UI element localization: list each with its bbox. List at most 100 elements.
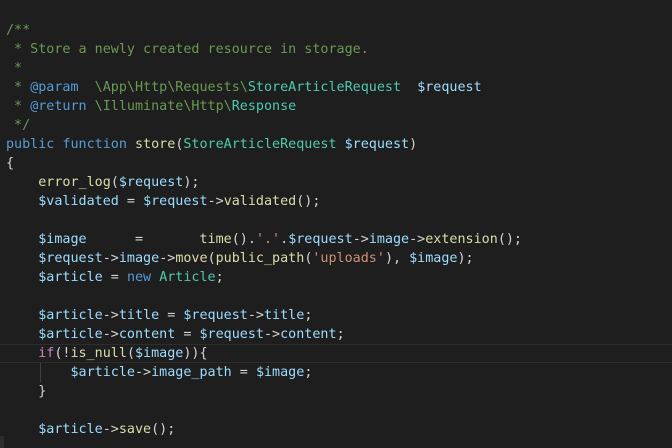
code-token: title	[118, 308, 160, 323]
code-line[interactable]: *	[6, 59, 22, 78]
code-token: validated	[223, 194, 297, 209]
code-token: content	[118, 327, 176, 342]
code-editor[interactable]: /** * Store a newly created resource in …	[0, 0, 672, 448]
code-line[interactable]: * @param \App\Http\Requests\StoreArticle…	[6, 78, 482, 97]
code-token: )){	[183, 346, 208, 361]
code-token: is_null	[70, 346, 127, 361]
code-token: $request	[417, 80, 482, 95]
code-token: $request	[344, 137, 410, 152]
code-token: );	[183, 175, 200, 190]
code-token: content	[280, 327, 337, 342]
code-token: ->	[207, 194, 224, 209]
code-token: $request	[288, 232, 353, 247]
code-token: *	[6, 99, 31, 114]
code-token: =	[159, 308, 184, 323]
code-line[interactable]: $article->save();	[6, 420, 175, 439]
code-token: $article	[38, 270, 103, 285]
code-token: {	[6, 156, 15, 171]
code-line[interactable]: * Store a newly created resource in stor…	[6, 40, 369, 59]
code-token: $image	[38, 232, 87, 247]
code-token: ->	[352, 232, 369, 247]
code-token: =	[118, 194, 144, 209]
code-line[interactable]: {	[6, 154, 14, 173]
code-line[interactable]: $request->image->move(public_path('uploa…	[6, 249, 474, 268]
code-line[interactable]: error_log($request);	[6, 173, 200, 192]
code-token: new	[126, 270, 152, 285]
code-token: ->	[135, 365, 152, 380]
code-token: $article	[38, 308, 103, 323]
code-token: $article	[38, 327, 103, 342]
code-token: );	[457, 251, 474, 266]
code-token: time	[199, 232, 232, 247]
code-token: public	[6, 137, 55, 152]
code-token: $request	[199, 327, 265, 342]
code-token: \Illuminate\Http\	[86, 99, 232, 114]
code-token: (	[110, 175, 119, 190]
code-token: $image	[409, 251, 458, 266]
code-token: ->	[102, 422, 119, 437]
code-token: $validated	[38, 194, 119, 209]
code-token: )	[409, 137, 418, 152]
code-token: $request	[38, 251, 103, 266]
code-token: ;	[215, 270, 224, 285]
code-token: $image	[135, 346, 184, 361]
code-line[interactable]: /**	[6, 21, 30, 40]
code-token: =	[231, 365, 256, 380]
code-token: image	[368, 232, 410, 247]
code-token: ->	[102, 308, 119, 323]
code-line[interactable]: * @return \Illuminate\Http\Response	[6, 97, 296, 116]
code-line[interactable]: $article = new Article;	[6, 268, 224, 287]
code-token: ;	[304, 365, 313, 380]
code-token: .	[280, 232, 289, 247]
code-line[interactable]: */	[6, 116, 30, 135]
code-token: function	[62, 137, 127, 152]
code-line[interactable]: $validated = $request->validated();	[6, 192, 320, 211]
code-token: ->	[409, 232, 426, 247]
code-token: Response	[231, 99, 297, 114]
code-line[interactable]: }	[6, 382, 46, 401]
code-token: ->	[264, 327, 281, 342]
code-token: \App\Http\Requests\	[78, 80, 248, 95]
code-token: }	[6, 384, 47, 399]
code-token: $article	[38, 422, 103, 437]
code-line[interactable]: $image = time().'.'.$request->image->ext…	[6, 230, 522, 249]
code-token: ();	[296, 194, 321, 209]
code-token: */	[6, 118, 31, 133]
code-token: StoreArticleRequest	[247, 80, 402, 95]
code-line[interactable]: public function store(StoreArticleReques…	[6, 135, 417, 154]
code-token: ;	[336, 327, 345, 342]
code-line[interactable]: $article->image_path = $image;	[6, 363, 313, 382]
code-token: $image	[255, 365, 305, 380]
code-token: ();	[151, 422, 176, 437]
code-token: ->	[102, 327, 119, 342]
code-token: *	[6, 80, 31, 95]
code-token: Article	[159, 270, 216, 285]
code-token: ().	[231, 232, 256, 247]
code-token: * Store a newly created resource in stor…	[6, 42, 369, 57]
code-token: '.'	[255, 232, 281, 247]
code-token: (	[207, 251, 216, 266]
code-line[interactable]: $article->content = $request->content;	[6, 325, 345, 344]
code-line[interactable]: $article->title = $request->title;	[6, 306, 312, 325]
code-token: ;	[304, 308, 313, 323]
code-token: move	[175, 251, 208, 266]
code-token: StoreArticleRequest	[183, 137, 337, 152]
code-token: image	[118, 251, 160, 266]
code-token: ->	[102, 251, 119, 266]
code-token: if	[38, 346, 55, 361]
code-token: (	[126, 346, 135, 361]
code-token: title	[264, 308, 305, 323]
code-token: =	[86, 232, 200, 247]
code-line[interactable]: if(!is_null($image)){	[6, 344, 208, 363]
